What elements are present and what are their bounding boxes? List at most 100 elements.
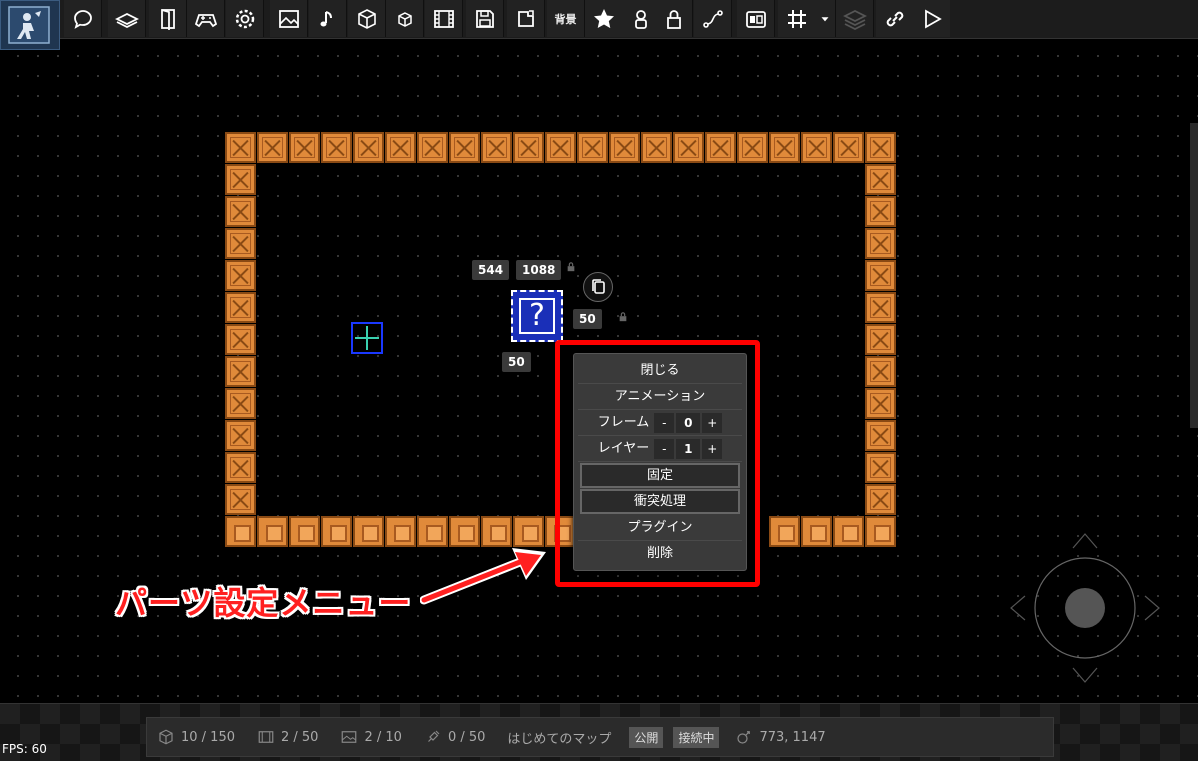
- placement-cursor: [351, 322, 383, 354]
- sound-count-text: 0 / 50: [447, 729, 486, 745]
- x-coordinate-tag: 544: [472, 260, 510, 280]
- export-icon[interactable]: [507, 0, 545, 37]
- crate-block[interactable]: [865, 228, 896, 259]
- cube-icon: [159, 729, 173, 745]
- crate-block[interactable]: [577, 132, 608, 163]
- cursor-coordinates-text: 773, 1147: [759, 729, 826, 745]
- crate-block[interactable]: [865, 196, 896, 227]
- crate-block[interactable]: [225, 388, 256, 419]
- crate-block[interactable]: [641, 132, 672, 163]
- ground-block[interactable]: [801, 516, 832, 547]
- background-button[interactable]: 背景: [547, 0, 585, 37]
- map-name-text: はじめてのマップ: [507, 731, 612, 747]
- crate-block[interactable]: [225, 132, 256, 163]
- book-layers-icon[interactable]: [108, 0, 146, 37]
- vertical-scrollbar[interactable]: [1190, 123, 1198, 428]
- ground-block[interactable]: [257, 516, 288, 547]
- play-icon[interactable]: [913, 0, 950, 37]
- gamepad-icon[interactable]: [187, 0, 225, 37]
- ground-block[interactable]: [289, 516, 320, 547]
- crate-block[interactable]: [321, 132, 352, 163]
- crate-block[interactable]: [705, 132, 736, 163]
- crate-block[interactable]: [225, 324, 256, 355]
- ground-block[interactable]: [321, 516, 352, 547]
- crate-block[interactable]: [257, 132, 288, 163]
- virtual-joystick[interactable]: [1005, 528, 1165, 688]
- crate-block[interactable]: [481, 132, 512, 163]
- door-icon[interactable]: [149, 0, 187, 37]
- link-icon[interactable]: [876, 0, 914, 37]
- height-tag: 50: [502, 352, 531, 372]
- switch-icon[interactable]: [737, 0, 775, 37]
- ground-block[interactable]: [833, 516, 864, 547]
- crate-block[interactable]: [225, 164, 256, 195]
- star-icon[interactable]: [585, 0, 623, 37]
- film-icon[interactable]: [425, 0, 463, 37]
- crate-block[interactable]: [225, 420, 256, 451]
- grid-dropdown-arrow-icon[interactable]: [815, 0, 836, 37]
- gear-icon[interactable]: [226, 0, 264, 37]
- crate-block[interactable]: [353, 132, 384, 163]
- width-tag: 50: [573, 309, 602, 329]
- plug-icon: [428, 730, 440, 742]
- crate-block[interactable]: [225, 452, 256, 483]
- duplicate-button[interactable]: [583, 272, 613, 302]
- lock-icon[interactable]: [655, 0, 693, 37]
- crate-block[interactable]: [865, 132, 896, 163]
- crate-block[interactable]: [225, 196, 256, 227]
- map-name[interactable]: はじめてのマップ: [507, 728, 611, 747]
- crate-block[interactable]: [769, 132, 800, 163]
- speech-bubble-icon[interactable]: [64, 0, 102, 37]
- question-mark-icon: ?: [519, 298, 555, 334]
- crate-block[interactable]: [225, 292, 256, 323]
- sound-count: 0 / 50: [424, 728, 485, 746]
- copy-icon: [592, 279, 605, 294]
- cube-icon[interactable]: [348, 0, 386, 37]
- crate-block[interactable]: [865, 324, 896, 355]
- crate-block[interactable]: [737, 132, 768, 163]
- image-icon[interactable]: [270, 0, 308, 37]
- small-cube-icon[interactable]: [386, 0, 424, 37]
- ground-block[interactable]: [225, 516, 256, 547]
- ground-block[interactable]: [865, 516, 896, 547]
- public-status[interactable]: 公開: [629, 726, 664, 748]
- crate-block[interactable]: [865, 292, 896, 323]
- crate-block[interactable]: [865, 452, 896, 483]
- crate-block[interactable]: [545, 132, 576, 163]
- film-icon: [258, 731, 274, 743]
- music-note-icon[interactable]: [309, 0, 347, 37]
- y-coordinate-tag: 1088: [516, 260, 562, 280]
- ground-block[interactable]: [385, 516, 416, 547]
- ground-block[interactable]: [353, 516, 384, 547]
- width-lock-icon[interactable]: [618, 312, 628, 322]
- crate-block[interactable]: [289, 132, 320, 163]
- crate-block[interactable]: [225, 260, 256, 291]
- save-icon[interactable]: [466, 0, 504, 37]
- crate-block[interactable]: [865, 356, 896, 387]
- selected-question-block[interactable]: ?: [511, 290, 563, 342]
- crate-block[interactable]: [865, 420, 896, 451]
- crate-block[interactable]: [417, 132, 448, 163]
- crate-block[interactable]: [673, 132, 704, 163]
- connection-badge: 接続中: [673, 726, 720, 748]
- layers-icon[interactable]: [836, 0, 874, 37]
- crate-block[interactable]: [865, 388, 896, 419]
- crate-block[interactable]: [865, 164, 896, 195]
- crate-block[interactable]: [225, 356, 256, 387]
- block-count: 10 / 150: [157, 728, 235, 746]
- ground-block[interactable]: [769, 516, 800, 547]
- crate-block[interactable]: [225, 484, 256, 515]
- grid-icon[interactable]: [778, 0, 816, 37]
- crate-block[interactable]: [513, 132, 544, 163]
- crate-block[interactable]: [801, 132, 832, 163]
- position-lock-icon[interactable]: [566, 262, 576, 272]
- crate-block[interactable]: [865, 260, 896, 291]
- path-node-icon[interactable]: [694, 0, 732, 37]
- crate-block[interactable]: [449, 132, 480, 163]
- crate-block[interactable]: [865, 484, 896, 515]
- connection-status: 接続中: [673, 726, 720, 748]
- crate-block[interactable]: [609, 132, 640, 163]
- crate-block[interactable]: [385, 132, 416, 163]
- crate-block[interactable]: [225, 228, 256, 259]
- crate-block[interactable]: [833, 132, 864, 163]
